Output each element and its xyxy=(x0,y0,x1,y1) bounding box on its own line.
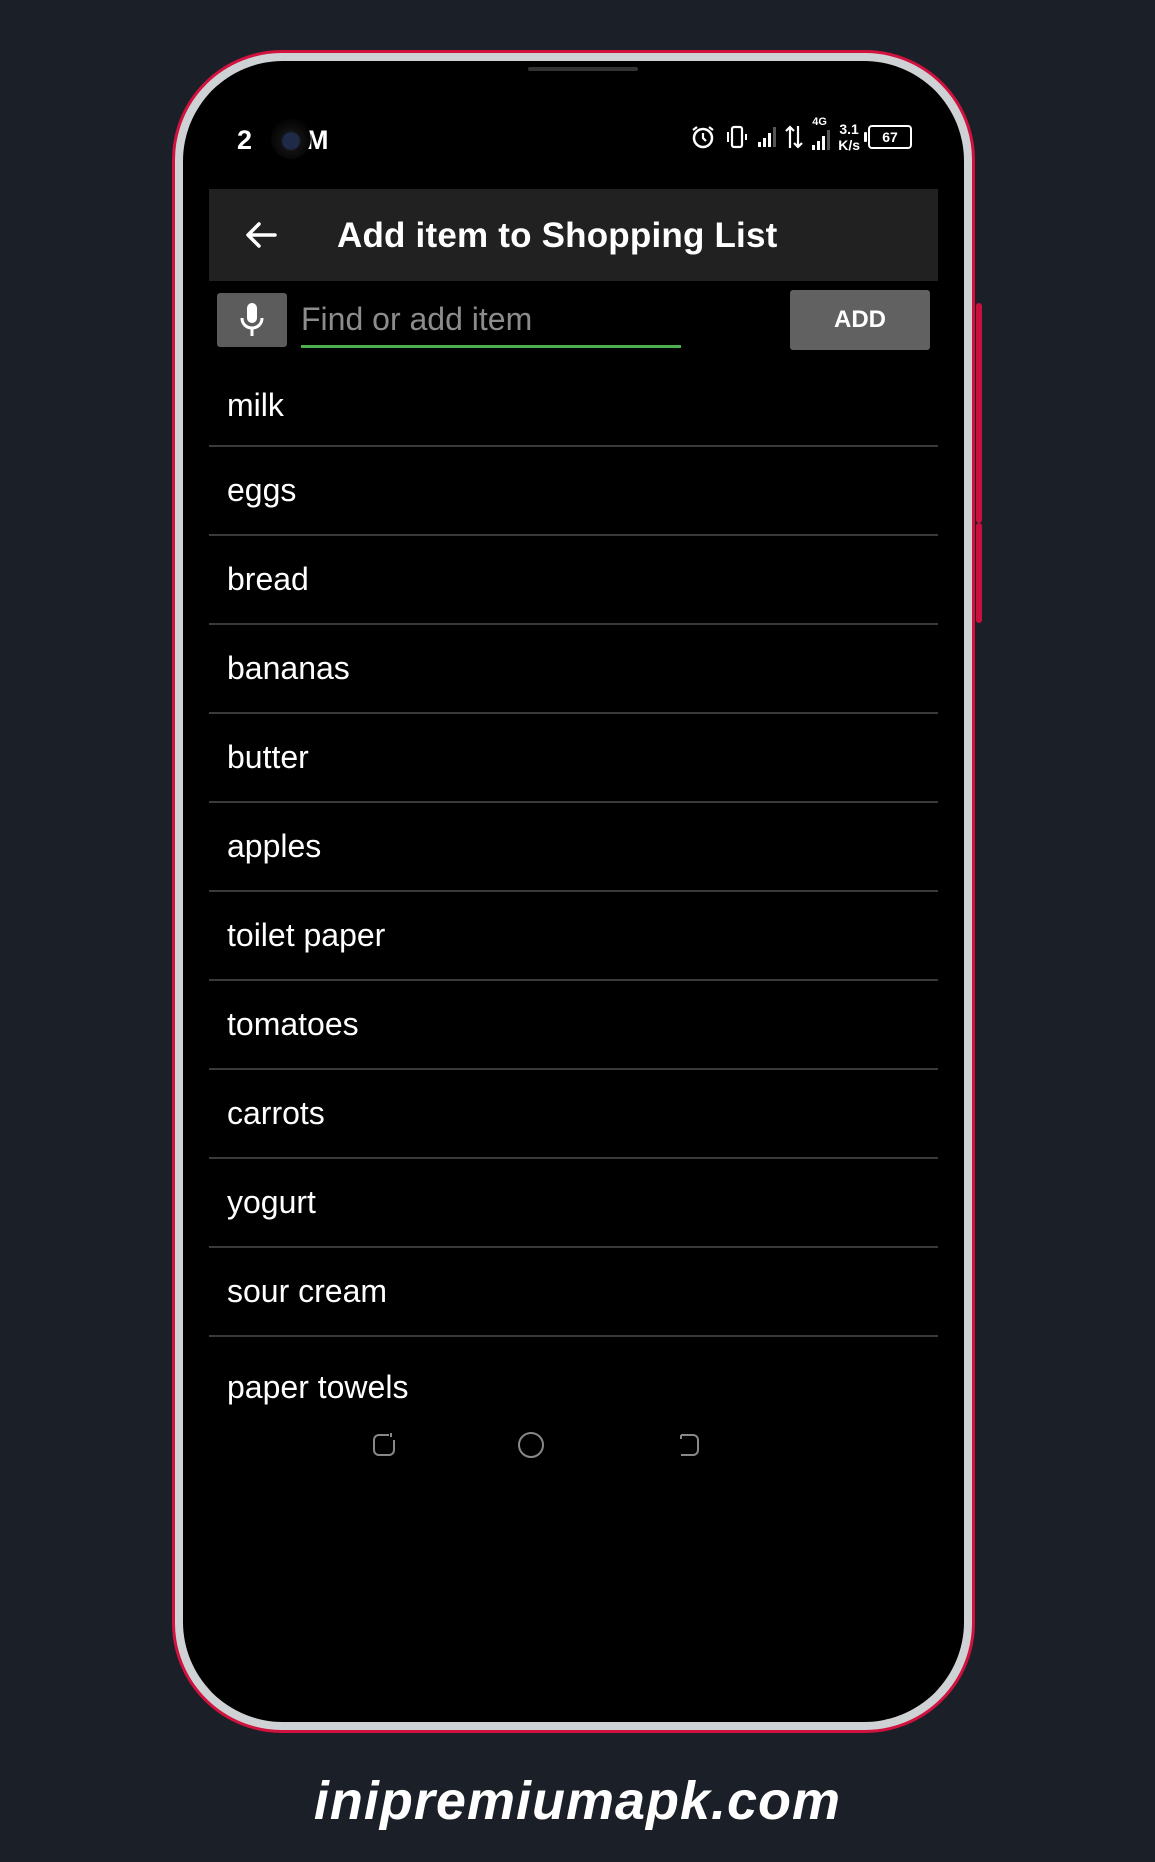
list-item-label: sour cream xyxy=(227,1273,388,1309)
voice-input-button[interactable] xyxy=(217,293,287,347)
list-item-label: yogurt xyxy=(227,1184,316,1220)
list-item[interactable]: tomatoes xyxy=(209,981,938,1070)
list-item-label: tomatoes xyxy=(227,1006,359,1042)
list-item[interactable]: bread xyxy=(209,536,938,625)
list-item[interactable]: milk xyxy=(209,365,938,447)
screen: 2PM 4G 3.1K/s 67 Add item to S xyxy=(209,85,938,1698)
list-item[interactable]: bananas xyxy=(209,625,938,714)
item-list[interactable]: milk eggs bread bananas butter apples to… xyxy=(209,365,938,1406)
signal-4g-icon: 4G xyxy=(812,116,831,150)
battery-icon: 67 xyxy=(864,125,912,149)
status-bar: 2PM 4G 3.1K/s 67 xyxy=(209,85,938,189)
add-button[interactable]: ADD xyxy=(790,290,930,350)
data-transfer-icon xyxy=(785,125,803,149)
recent-apps-icon[interactable] xyxy=(369,1430,399,1460)
phone-bezel: 2PM 4G 3.1K/s 67 Add item to S xyxy=(183,61,964,1722)
list-item-label: apples xyxy=(227,828,322,864)
front-camera xyxy=(271,119,311,159)
vibrate-icon xyxy=(727,125,748,149)
list-item[interactable]: yogurt xyxy=(209,1159,938,1248)
list-item[interactable]: eggs xyxy=(209,447,938,536)
status-icons: 4G 3.1 K/s 67 xyxy=(690,116,912,153)
alarm-icon xyxy=(692,126,714,149)
list-item-label: butter xyxy=(227,739,309,775)
network-speed: 3.1 K/s xyxy=(838,121,860,153)
list-item-label: paper towels xyxy=(227,1369,409,1405)
list-item[interactable]: paper towels xyxy=(209,1337,938,1406)
list-item-label: carrots xyxy=(227,1095,325,1131)
list-item[interactable]: carrots xyxy=(209,1070,938,1159)
back-nav-icon[interactable] xyxy=(673,1430,703,1460)
watermark: inipremiumapk.com xyxy=(313,1771,842,1831)
list-item-label: bananas xyxy=(227,650,350,686)
signal-icon xyxy=(758,127,777,147)
volume-button xyxy=(976,303,982,523)
list-item-label: milk xyxy=(227,386,284,423)
list-item[interactable]: butter xyxy=(209,714,938,803)
home-icon[interactable] xyxy=(516,1430,546,1460)
list-item-label: toilet paper xyxy=(227,917,386,953)
navigation-bar xyxy=(209,1406,938,1506)
list-item[interactable]: toilet paper xyxy=(209,892,938,981)
power-button xyxy=(976,523,982,623)
search-input[interactable] xyxy=(301,293,681,348)
search-row: ADD xyxy=(209,281,938,361)
microphone-icon xyxy=(240,303,264,336)
arrow-left-icon[interactable] xyxy=(237,211,285,259)
page-title: Add item to Shopping List xyxy=(337,216,778,255)
list-item[interactable]: apples xyxy=(209,803,938,892)
list-item-label: eggs xyxy=(227,472,297,508)
app-bar: Add item to Shopping List xyxy=(209,189,938,281)
phone-frame: 2PM 4G 3.1K/s 67 Add item to S xyxy=(172,50,982,1733)
list-item[interactable]: sour cream xyxy=(209,1248,938,1337)
list-item-label: bread xyxy=(227,561,309,597)
speaker-grille xyxy=(528,67,638,71)
